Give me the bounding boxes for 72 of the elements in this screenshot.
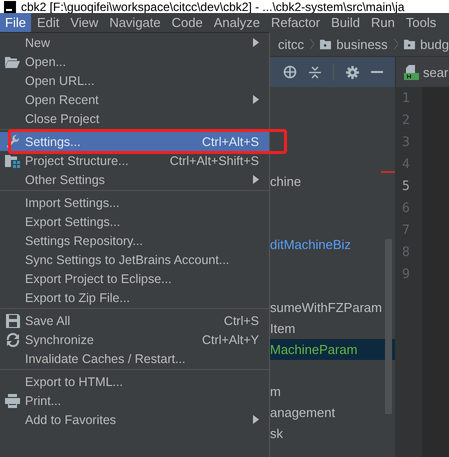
menu-item[interactable]: Export to HTML...	[0, 372, 269, 391]
submenu-arrow-icon	[253, 95, 259, 104]
tree-row[interactable]: sumeWithFZParam	[270, 297, 395, 318]
menu-bar-item[interactable]: Run	[366, 13, 400, 32]
tree-row[interactable]: anagement	[270, 402, 395, 423]
menu-item[interactable]: Invalidate Caches / Restart...	[0, 349, 269, 368]
menu-item[interactable]: Add to Favorites	[0, 410, 269, 429]
tree-item-label: anagement	[270, 405, 336, 420]
window-title: cbk2 [F:\guoqifei\workspace\citcc\dev\cbk2] - ...\cbk2-system\src\main\ja	[21, 0, 404, 13]
chevron-icon	[310, 38, 314, 50]
submenu-arrow-icon	[253, 38, 259, 47]
tree-row[interactable]: sk	[270, 423, 395, 444]
tree-row[interactable]: chine	[270, 171, 395, 192]
menu-bar-item[interactable]: Refactor	[266, 13, 326, 32]
menu-item[interactable]: Other Settings	[0, 170, 269, 189]
menu-item[interactable]: Save All Ctrl+S	[0, 311, 269, 330]
menu-item[interactable]: New	[0, 33, 269, 52]
wrench-icon	[6, 134, 20, 148]
breadcrumb[interactable]: citcc	[278, 36, 304, 52]
chevron-icon	[394, 38, 398, 50]
sync-icon	[6, 332, 20, 346]
file-icon	[404, 64, 419, 80]
menu-item[interactable]: Settings Repository...	[0, 231, 269, 250]
change-marker	[381, 171, 395, 173]
tree-row[interactable]: Item	[270, 318, 395, 339]
tree-item-label: m	[270, 384, 281, 399]
menu-bar-item[interactable]: Build	[326, 13, 366, 32]
menu-item[interactable]: Settings... Ctrl+Alt+S	[0, 132, 269, 151]
submenu-arrow-icon	[253, 175, 259, 184]
folder-icon	[5, 56, 20, 68]
menu-item[interactable]: Open Recent	[0, 90, 269, 109]
folder-grid-icon	[5, 154, 20, 168]
breadcrumb[interactable]: business	[336, 36, 388, 52]
menu-item[interactable]: Open URL...	[0, 71, 269, 90]
menu-item[interactable]: Open...	[0, 52, 269, 71]
menu-bar-item[interactable]: Edit	[32, 13, 64, 32]
tree-row[interactable]: MachineParam	[270, 339, 395, 360]
tree-item-label: chine	[270, 174, 302, 189]
menu-bar-item[interactable]: Navigate	[104, 13, 166, 32]
tree-item-label: sk	[270, 426, 283, 441]
editor-tab[interactable]: sear	[396, 57, 449, 87]
menu-bar-item[interactable]: Tools	[400, 13, 442, 32]
tree-item-label: Item	[270, 321, 296, 336]
tree-item-label: MachineParam	[270, 342, 358, 357]
scrollbar-thumb[interactable]	[385, 239, 392, 414]
tree-item-label: ditMachineBiz	[270, 237, 351, 252]
menu-item[interactable]: Export Project to Eclipse...	[0, 269, 269, 288]
menu-item[interactable]: Sync Settings to JetBrains Account...	[0, 250, 269, 269]
breadcrumb[interactable]: budg	[420, 36, 449, 52]
settings-icon[interactable]	[346, 66, 359, 78]
menu-item[interactable]: Export Settings...	[0, 212, 269, 231]
submenu-arrow-icon	[253, 415, 259, 424]
folder-icon	[404, 38, 416, 50]
menu-item[interactable]: Synchronize Ctrl+Alt+Y	[0, 330, 269, 349]
menu-bar-item[interactable]: File	[0, 13, 31, 32]
menu-item[interactable]: Project Structure... Ctrl+Alt+Shift+S	[0, 151, 269, 170]
printer-icon	[5, 394, 20, 408]
menu-bar-item[interactable]: Analyze	[208, 13, 265, 32]
menu-item[interactable]: Export to Zip File...	[0, 288, 269, 307]
menu-bar-item[interactable]: View	[65, 13, 104, 32]
menu-bar-item[interactable]: Code	[166, 13, 208, 32]
menu-item[interactable]: Close Project	[0, 109, 269, 128]
menu-item[interactable]: Import Settings...	[0, 193, 269, 212]
menu-item[interactable]: Print...	[0, 391, 269, 410]
save-icon	[6, 314, 20, 328]
collapse-icon[interactable]	[309, 66, 321, 78]
tree-row[interactable]: ditMachineBiz	[270, 234, 395, 255]
line-number: 5	[401, 178, 411, 196]
tree-row[interactable]: m	[270, 381, 395, 402]
tree-item-label: sumeWithFZParam	[270, 300, 382, 315]
folder-icon	[320, 38, 332, 50]
locate-icon[interactable]	[283, 65, 297, 79]
